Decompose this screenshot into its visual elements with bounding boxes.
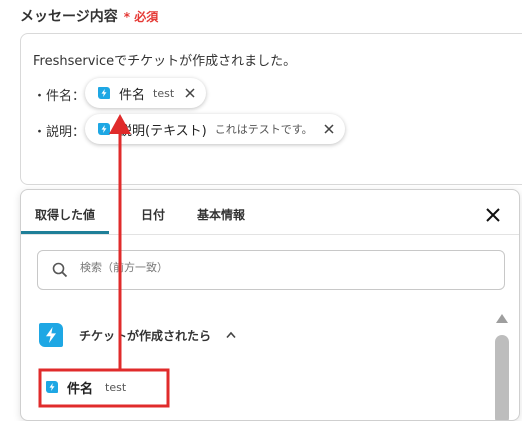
- message-desc-label: ・説明：: [33, 125, 86, 140]
- message-name-label: ・件名：: [33, 89, 86, 104]
- field-label-text: メッセージ内容: [20, 9, 118, 25]
- variable-chip-description[interactable]: 説明(テキスト) これはテストです。: [85, 114, 345, 144]
- freshservice-icon: [39, 323, 63, 347]
- tab-basic-info[interactable]: 基本情報: [197, 206, 245, 223]
- variable-chip-subject[interactable]: 件名 test: [85, 78, 207, 108]
- required-text: 必須: [134, 10, 159, 24]
- scrollbar-thumb[interactable]: [495, 335, 509, 420]
- chip-name: 説明(テキスト): [119, 123, 207, 139]
- search-box[interactable]: [37, 250, 505, 290]
- freshservice-icon: [98, 123, 110, 135]
- trigger-section-header[interactable]: チケットが作成されたら: [37, 320, 237, 350]
- value-picker-panel: 取得した値 日付 基本情報 チケットが作成されたら 件名 test: [20, 189, 520, 421]
- item-value: test: [105, 380, 127, 394]
- panel-tabs: 取得した値 日付 基本情報: [21, 190, 519, 235]
- close-icon[interactable]: [485, 207, 501, 223]
- scroll-up-icon[interactable]: [495, 312, 509, 324]
- chip-value: test: [153, 86, 175, 100]
- tab-acquired-values[interactable]: 取得した値: [21, 206, 110, 234]
- required-indicator: * 必須: [124, 10, 158, 24]
- search-input[interactable]: [78, 260, 482, 275]
- value-item-subject[interactable]: 件名 test: [45, 372, 126, 402]
- chevron-up-icon[interactable]: [225, 329, 237, 341]
- chip-name: 件名: [119, 87, 146, 103]
- message-textarea[interactable]: Freshserviceでチケットが作成されました。 ・件名： ・説明： 件名 …: [20, 33, 522, 185]
- chip-value: これはテストです。: [214, 123, 313, 136]
- message-field-label: メッセージ内容 * 必須: [20, 6, 158, 26]
- section-title: チケットが作成されたら: [79, 328, 212, 343]
- chip-remove-icon[interactable]: [323, 123, 335, 135]
- freshservice-icon: [98, 87, 110, 99]
- required-asterisk: *: [123, 10, 131, 24]
- message-line-1: Freshserviceでチケットが作成されました。: [33, 54, 297, 69]
- freshservice-icon: [46, 381, 58, 393]
- search-icon: [52, 262, 68, 278]
- chip-remove-icon[interactable]: [184, 87, 196, 99]
- tab-date[interactable]: 日付: [141, 206, 165, 223]
- item-name: 件名: [67, 381, 94, 397]
